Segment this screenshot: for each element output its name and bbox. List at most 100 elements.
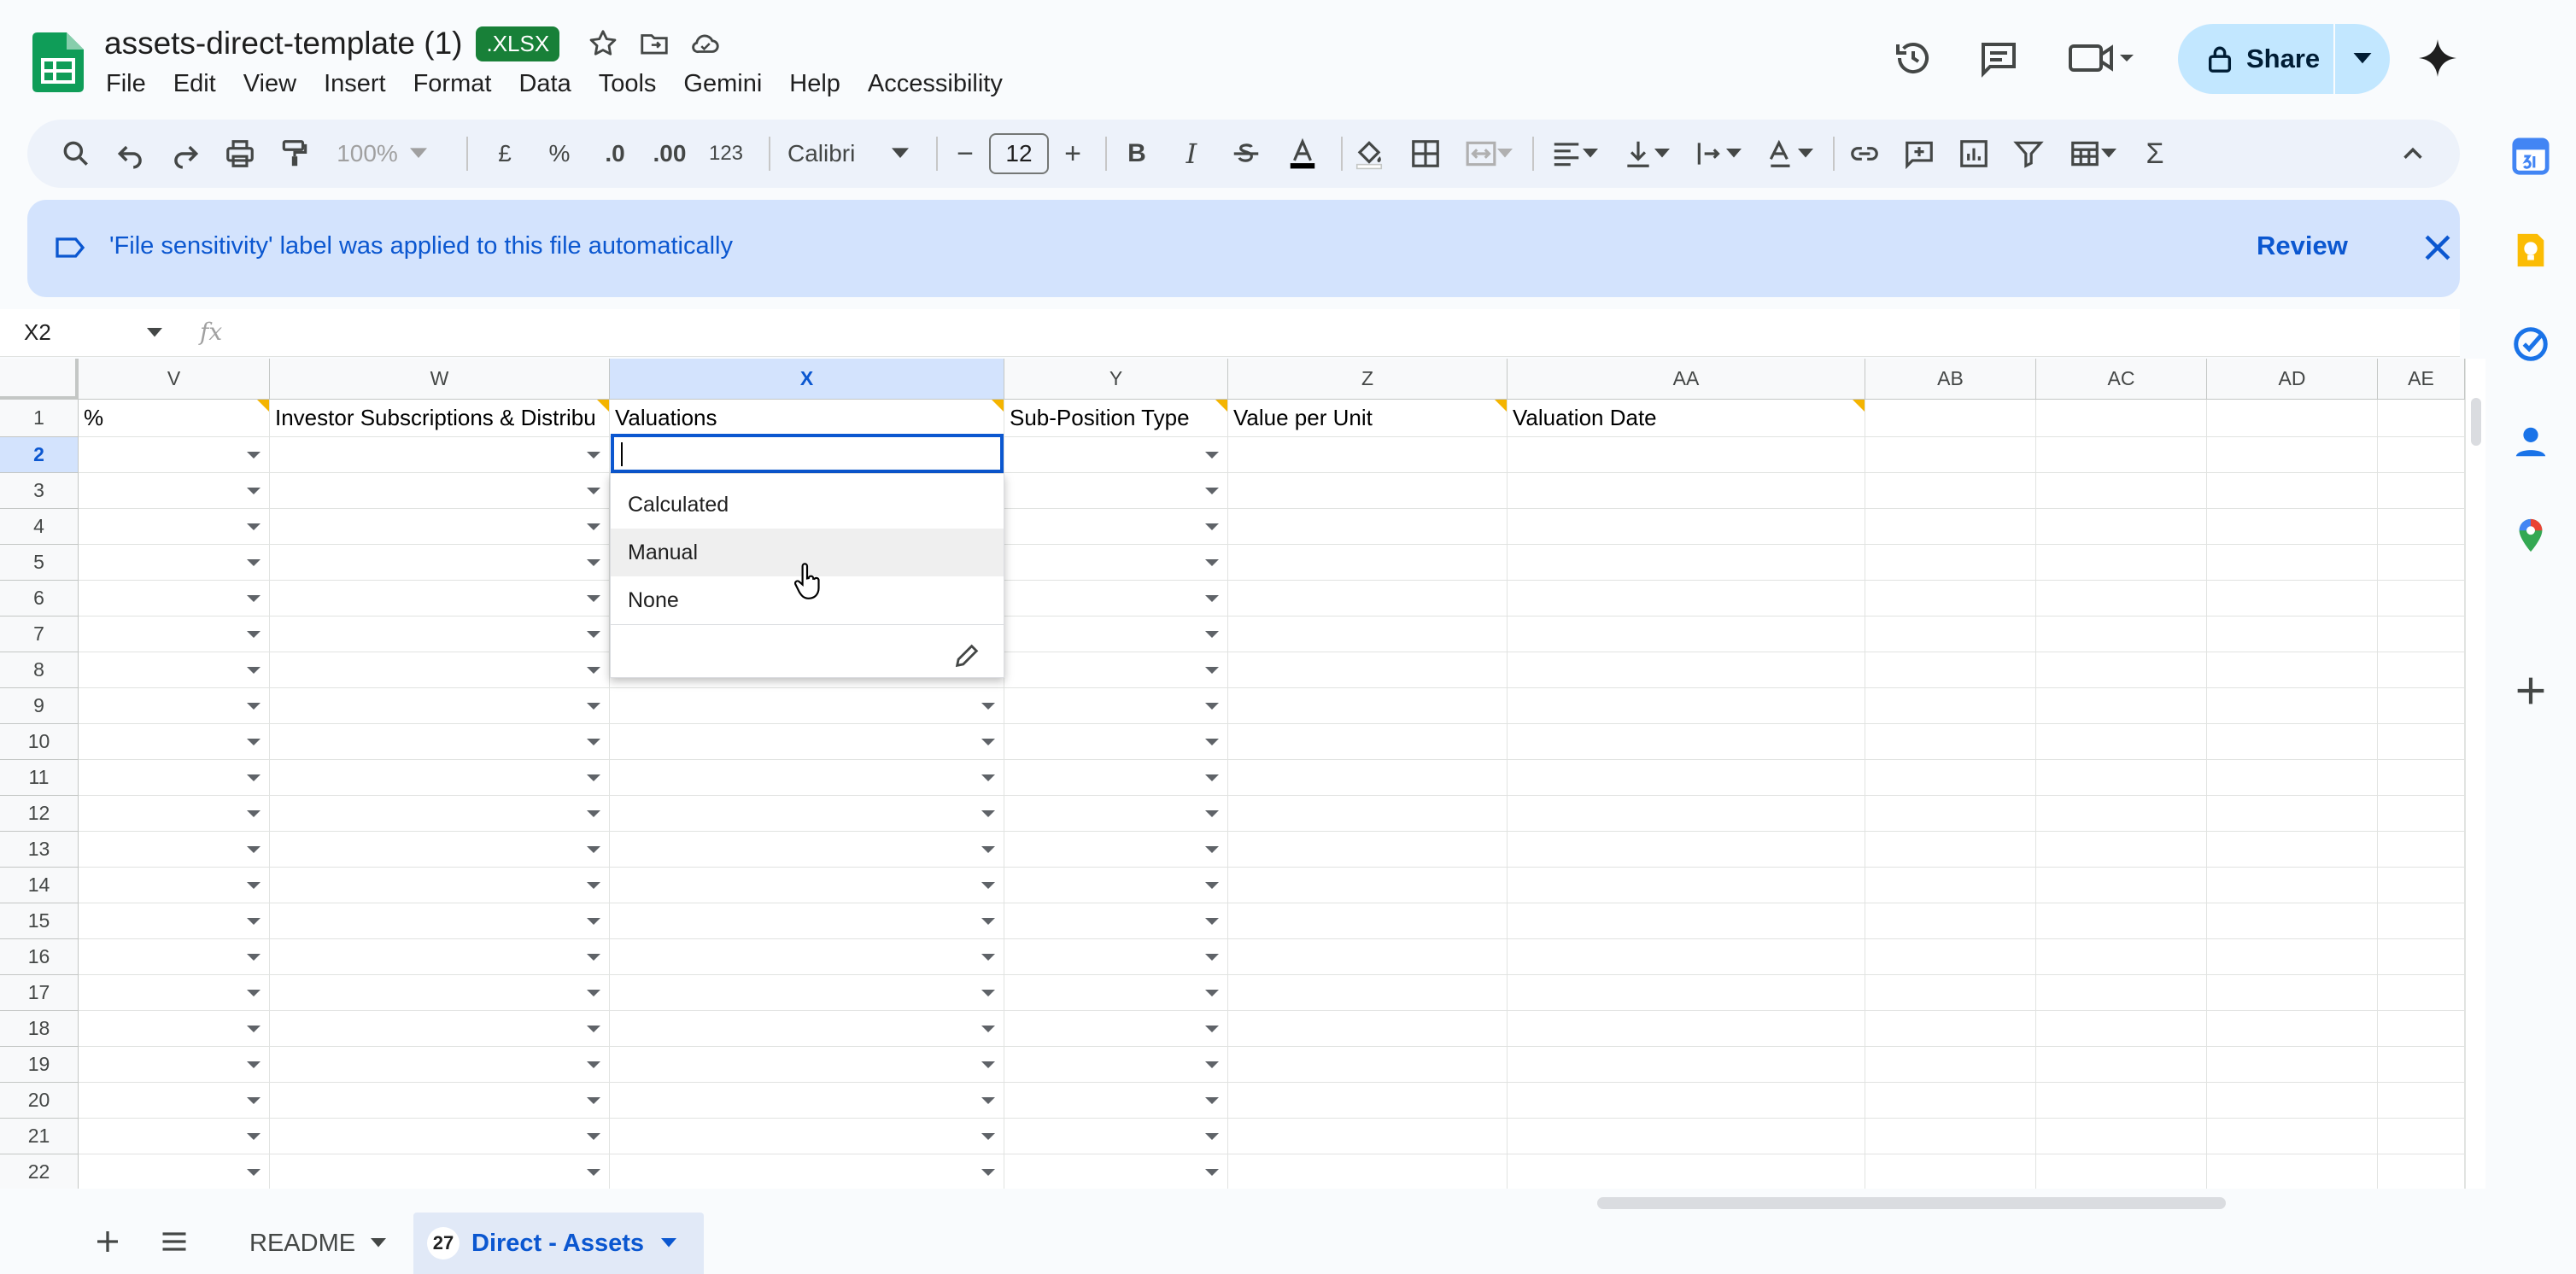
- grid-cell[interactable]: [2378, 581, 2465, 617]
- grid-cell[interactable]: [79, 688, 270, 724]
- grid-cell[interactable]: [1508, 652, 1865, 688]
- column-header-w[interactable]: W: [270, 359, 610, 400]
- caret-down-icon[interactable]: [147, 328, 162, 338]
- grid-cell[interactable]: [2207, 1083, 2378, 1119]
- cell-dropdown-arrow-icon[interactable]: [1205, 558, 1219, 566]
- grid-cell[interactable]: [610, 975, 1004, 1011]
- cell-dropdown-arrow-icon[interactable]: [247, 1168, 261, 1176]
- cell-dropdown-arrow-icon[interactable]: [1205, 809, 1219, 817]
- menu-accessibility[interactable]: Accessibility: [854, 68, 1016, 100]
- grid-cell[interactable]: [2378, 868, 2465, 903]
- cell-dropdown-arrow-icon[interactable]: [247, 953, 261, 961]
- grid-cell[interactable]: [2378, 724, 2465, 760]
- grid-cell[interactable]: [270, 545, 610, 581]
- cell-dropdown-arrow-icon[interactable]: [587, 809, 600, 817]
- calendar-icon[interactable]: [2511, 137, 2550, 176]
- grid-cell[interactable]: [1228, 652, 1508, 688]
- cell-dropdown-arrow-icon[interactable]: [247, 1025, 261, 1032]
- italic-button[interactable]: I: [1170, 120, 1213, 188]
- cell-dropdown-arrow-icon[interactable]: [1205, 630, 1219, 638]
- cell-dropdown-arrow-icon[interactable]: [587, 989, 600, 996]
- grid-cell[interactable]: [2207, 473, 2378, 509]
- grid-cell[interactable]: [2207, 868, 2378, 903]
- cell-dropdown-arrow-icon[interactable]: [247, 989, 261, 996]
- grid-cell[interactable]: [2036, 760, 2207, 796]
- grid-cell[interactable]: [2378, 903, 2465, 939]
- grid-cell[interactable]: [2207, 688, 2378, 724]
- grid-cell[interactable]: [79, 832, 270, 868]
- spreadsheet-grid[interactable]: V W X Y Z AA AB AC AD AE 1% Investor Subscriptions …: [0, 359, 2465, 1189]
- font-size-field[interactable]: 12: [987, 120, 1051, 188]
- grid-cell[interactable]: [1865, 939, 2036, 975]
- menu-insert[interactable]: Insert: [310, 68, 400, 100]
- grid-cell[interactable]: [2036, 437, 2207, 473]
- grid-cell[interactable]: [1865, 760, 2036, 796]
- cell-dropdown-arrow-icon[interactable]: [587, 702, 600, 710]
- row-header-11[interactable]: 11: [0, 760, 79, 796]
- create-filter-button[interactable]: [2007, 120, 2050, 188]
- grid-cell[interactable]: [610, 832, 1004, 868]
- grid-cell[interactable]: [270, 724, 610, 760]
- cell-dropdown-arrow-icon[interactable]: [981, 953, 995, 961]
- text-rotation-button[interactable]: [1759, 120, 1819, 188]
- menu-data[interactable]: Data: [505, 68, 584, 100]
- menu-file[interactable]: File: [92, 68, 160, 100]
- row-header-10[interactable]: 10: [0, 724, 79, 760]
- header-cell-y[interactable]: Sub-Position Type: [1004, 400, 1228, 437]
- text-wrapping-button[interactable]: [1688, 120, 1748, 188]
- document-title[interactable]: assets-direct-template (1): [104, 26, 462, 61]
- cell-dropdown-arrow-icon[interactable]: [1205, 1132, 1219, 1140]
- cell-dropdown-arrow-icon[interactable]: [1205, 487, 1219, 494]
- grid-cell[interactable]: [2207, 1047, 2378, 1083]
- grid-cell[interactable]: [79, 652, 270, 688]
- grid-cell[interactable]: [1228, 868, 1508, 903]
- cell-dropdown-arrow-icon[interactable]: [247, 702, 261, 710]
- grid-cell[interactable]: [2036, 473, 2207, 509]
- grid-cell[interactable]: [2207, 724, 2378, 760]
- grid-cell[interactable]: [2378, 437, 2465, 473]
- grid-cell[interactable]: [1228, 903, 1508, 939]
- row-header-18[interactable]: 18: [0, 1011, 79, 1047]
- grid-cell[interactable]: [1228, 617, 1508, 652]
- version-history-icon[interactable]: [1893, 38, 1934, 79]
- row-header-13[interactable]: 13: [0, 832, 79, 868]
- decrease-font-size-button[interactable]: −: [946, 120, 984, 188]
- cell-dropdown-arrow-icon[interactable]: [1205, 594, 1219, 602]
- grid-cell[interactable]: [1508, 1119, 1865, 1154]
- grid-cell[interactable]: [79, 760, 270, 796]
- grid-cell[interactable]: [79, 796, 270, 832]
- grid-cell[interactable]: [1004, 652, 1228, 688]
- grid-cell[interactable]: [2207, 1011, 2378, 1047]
- comments-icon[interactable]: [1978, 38, 2019, 79]
- grid-cell[interactable]: [610, 903, 1004, 939]
- cell-dropdown-arrow-icon[interactable]: [247, 523, 261, 530]
- grid-cell[interactable]: [79, 1047, 270, 1083]
- cell-dropdown-arrow-icon[interactable]: [981, 881, 995, 889]
- column-header-z[interactable]: Z: [1228, 359, 1508, 400]
- cell-dropdown-arrow-icon[interactable]: [587, 1096, 600, 1104]
- grid-cell[interactable]: [1508, 724, 1865, 760]
- grid-cell[interactable]: [610, 1047, 1004, 1083]
- column-header-ad[interactable]: AD: [2207, 359, 2378, 400]
- header-cell-ae[interactable]: [2378, 400, 2465, 437]
- cell-dropdown-arrow-icon[interactable]: [1205, 845, 1219, 853]
- number-format-button[interactable]: 123: [700, 120, 752, 188]
- grid-cell[interactable]: [2036, 1083, 2207, 1119]
- grid-cell[interactable]: [610, 1083, 1004, 1119]
- grid-cell[interactable]: [270, 1119, 610, 1154]
- cell-dropdown-arrow-icon[interactable]: [587, 881, 600, 889]
- grid-cell[interactable]: [2378, 1154, 2465, 1189]
- grid-cell[interactable]: [79, 1119, 270, 1154]
- header-cell-aa[interactable]: Valuation Date: [1508, 400, 1865, 437]
- cell-dropdown-arrow-icon[interactable]: [587, 1168, 600, 1176]
- grid-cell[interactable]: [79, 903, 270, 939]
- grid-cell[interactable]: [79, 1011, 270, 1047]
- hide-menus-button[interactable]: [2392, 120, 2434, 188]
- cell-dropdown-arrow-icon[interactable]: [1205, 953, 1219, 961]
- column-header-ae[interactable]: AE: [2378, 359, 2465, 400]
- cell-dropdown-arrow-icon[interactable]: [587, 451, 600, 459]
- grid-cell[interactable]: [1508, 473, 1865, 509]
- header-cell-w[interactable]: Investor Subscriptions & Distribu: [270, 400, 610, 437]
- cell-dropdown-arrow-icon[interactable]: [1205, 774, 1219, 781]
- grid-cell[interactable]: [1004, 1011, 1228, 1047]
